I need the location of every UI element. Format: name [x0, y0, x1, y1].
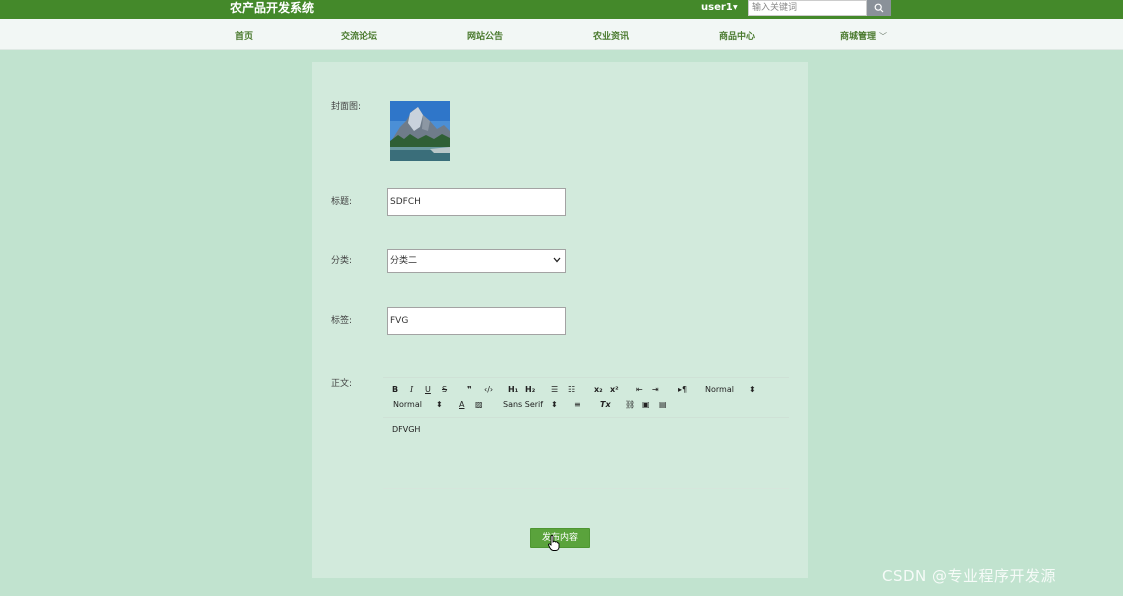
blockquote-icon[interactable]: ❞ — [467, 383, 472, 397]
video-icon[interactable]: ▤ — [659, 398, 667, 412]
main-nav: 首页 交流论坛 网站公告 农业资讯 商品中心 商城管理 ﹀ — [0, 19, 1123, 50]
publish-content-button[interactable]: 发布内容 — [530, 528, 590, 548]
header-select-value: Normal — [705, 385, 734, 394]
username-menu[interactable]: user1 — [701, 2, 733, 14]
nav-item-home[interactable]: 首页 — [235, 31, 253, 43]
nav-item-agri-news[interactable]: 农业资讯 — [593, 31, 629, 43]
size-select-value: Normal — [393, 400, 422, 409]
header-select[interactable]: Normal — [705, 383, 734, 397]
nav-item-announcements[interactable]: 网站公告 — [467, 31, 503, 43]
font-select-arrows-icon: ⬍ — [551, 400, 558, 409]
search-input[interactable] — [748, 0, 867, 16]
code-icon[interactable]: ‹/› — [484, 383, 493, 397]
background-color-icon[interactable]: ▨ — [475, 398, 483, 412]
rich-text-editor: B I U S ❞ ‹/› H₁ H₂ ☰ ☷ x₂ x² ⇤ ⇥ ▸¶ Nor… — [383, 377, 789, 489]
link-icon[interactable]: ⛓ — [625, 398, 635, 412]
post-form-panel: 封面图: 标题: SDFCH 分类: 分类二 标签: FVG 正文: B I U… — [312, 62, 808, 578]
editor-toolbar-divider — [383, 417, 789, 418]
nav-item-products[interactable]: 商品中心 — [719, 31, 755, 43]
size-select[interactable]: Normal — [393, 398, 422, 412]
subscript-icon[interactable]: x₂ — [594, 383, 603, 397]
font-select-value: Sans Serif — [503, 400, 544, 409]
outdent-icon[interactable]: ⇤ — [636, 383, 643, 397]
image-icon[interactable]: ▣ — [642, 398, 650, 412]
title-input[interactable]: SDFCH — [387, 188, 566, 216]
size-select-arrows-icon: ⬍ — [436, 400, 443, 409]
tags-label: 标签: — [331, 316, 353, 326]
nav-item-mall-management[interactable]: 商城管理 ﹀ — [840, 31, 887, 43]
chevron-down-icon — [553, 257, 561, 263]
bullet-list-icon[interactable]: ☷ — [568, 383, 575, 397]
csdn-watermark: CSDN @专业程序开发源 — [882, 567, 1057, 585]
indent-icon[interactable]: ⇥ — [652, 383, 659, 397]
editor-bottom-border — [383, 488, 789, 489]
nav-item-mall-management-label: 商城管理 — [840, 32, 877, 42]
clear-format-icon[interactable]: Tx — [600, 398, 611, 412]
text-color-icon[interactable]: A — [459, 398, 464, 412]
search-button[interactable] — [867, 0, 891, 16]
category-select[interactable]: 分类二 — [387, 249, 566, 273]
font-select[interactable]: Sans Serif — [503, 398, 543, 412]
italic-icon[interactable]: I — [410, 383, 413, 397]
align-icon[interactable]: ≡ — [574, 398, 581, 412]
bold-icon[interactable]: B — [392, 383, 398, 397]
caret-down-icon[interactable]: ▼ — [733, 4, 738, 12]
tags-input[interactable]: FVG — [387, 307, 566, 335]
underline-icon[interactable]: U — [425, 383, 431, 397]
cover-image[interactable] — [390, 101, 450, 161]
editor-toolbar-row-2: Normal ⬍ A ▨ Sans Serif ⬍ ≡ Tx ⛓ ▣ ▤ — [383, 398, 789, 412]
editor-content-area[interactable]: DFVGH — [392, 424, 420, 435]
text-direction-icon[interactable]: ▸¶ — [678, 383, 687, 397]
chevron-down-icon: ﹀ — [879, 32, 888, 41]
header-select-arrows-icon: ⬍ — [749, 385, 756, 394]
search-icon — [874, 3, 884, 13]
heading-2-icon[interactable]: H₂ — [525, 383, 535, 397]
cover-image-picture — [390, 101, 450, 161]
cover-label: 封面图: — [331, 102, 362, 112]
category-select-value: 分类二 — [390, 256, 418, 266]
strikethrough-icon[interactable]: S — [442, 383, 447, 397]
title-label: 标题: — [331, 197, 353, 207]
editor-toolbar-row-1: B I U S ❞ ‹/› H₁ H₂ ☰ ☷ x₂ x² ⇤ ⇥ ▸¶ Nor… — [383, 383, 789, 397]
nav-item-forum[interactable]: 交流论坛 — [341, 31, 377, 43]
site-title: 农产品开发系统 — [230, 1, 315, 15]
category-label: 分类: — [331, 256, 353, 266]
top-header-bar: 农产品开发系统 user1 ▼ — [0, 0, 1123, 19]
hand-pointer-icon — [548, 535, 560, 551]
ordered-list-icon[interactable]: ☰ — [551, 383, 558, 397]
superscript-icon[interactable]: x² — [610, 383, 619, 397]
heading-1-icon[interactable]: H₁ — [508, 383, 518, 397]
content-label: 正文: — [331, 379, 353, 389]
